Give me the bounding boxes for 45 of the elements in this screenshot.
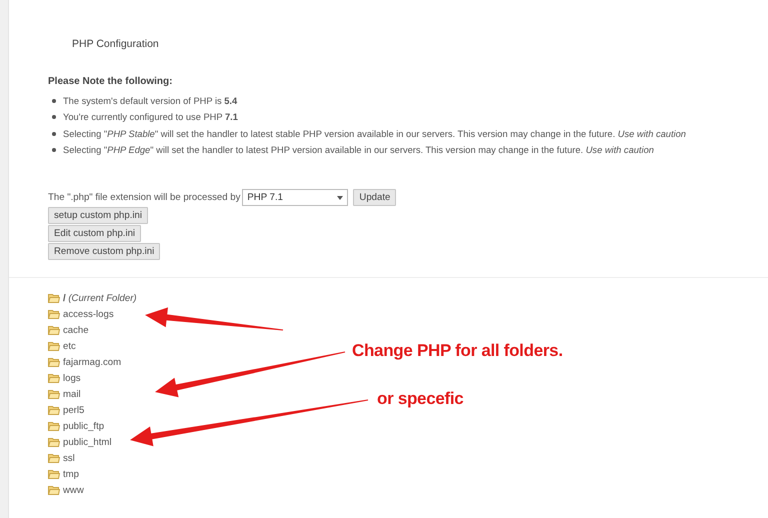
folder-icon: [48, 341, 60, 352]
annotation-text: or specefic: [377, 389, 464, 409]
page-title: PHP Configuration: [72, 38, 160, 50]
note-item: The system's default version of PHP is 5.4: [63, 95, 238, 108]
folder-link[interactable]: mail: [63, 388, 81, 400]
folder-icon: [48, 469, 60, 480]
php-ini-button[interactable]: Remove custom php.ini: [48, 243, 160, 260]
folder-icon: [48, 485, 60, 496]
bullet-icon: [52, 99, 56, 104]
folder-link[interactable]: tmp: [63, 468, 79, 480]
folder-icon: [48, 405, 60, 416]
folder-link[interactable]: cache: [63, 324, 89, 336]
folder-icon: [48, 373, 60, 384]
handler-label: The ".php" file extension will be processed by: [48, 192, 240, 204]
folder-icon: [48, 389, 60, 400]
folder-link[interactable]: ssl: [63, 452, 75, 464]
caret-icon: [337, 196, 344, 200]
folder-icon: [48, 309, 60, 320]
bullet-icon: [52, 132, 56, 136]
php-ini-button[interactable]: setup custom php.ini: [48, 207, 148, 224]
folder-icon: [48, 325, 60, 336]
version-dropdown[interactable]: PHP 7.1: [242, 189, 348, 206]
bullet-icon: [52, 148, 56, 152]
folder-link[interactable]: public_ftp: [63, 420, 104, 432]
note-item: Selecting "PHP Stable" will set the handler to latest stable PHP version available in our servers. This version may change in the future. Use with caution: [63, 128, 686, 141]
folder-icon: [48, 293, 60, 304]
update-button[interactable]: Update: [353, 189, 396, 206]
folder-link[interactable]: etc: [63, 340, 76, 352]
folder-link[interactable]: access-logs: [63, 308, 114, 320]
folder-icon: [48, 437, 60, 448]
folder-icon: [48, 453, 60, 464]
folder-link[interactable]: fajarmag.com: [63, 356, 122, 368]
bullet-icon: [52, 115, 56, 120]
annotation-text: Change PHP for all folders.: [352, 341, 563, 361]
php-ini-button[interactable]: Edit custom php.ini: [48, 225, 142, 242]
folder-link[interactable]: logs: [63, 372, 81, 384]
note-item: Selecting "PHP Edge" will set the handler to latest PHP version available in our servers. This version may change in the future. Use with caution: [63, 144, 654, 157]
folder-link[interactable]: www: [63, 484, 84, 496]
notes-heading: Please Note the following:: [48, 76, 174, 87]
folder-link[interactable]: / (Current Folder): [63, 292, 137, 304]
folder-icon: [48, 357, 60, 368]
folder-link[interactable]: public_html: [63, 436, 112, 448]
folder-icon: [48, 421, 60, 432]
folder-link[interactable]: perl5: [63, 404, 84, 416]
note-item: You're currently configured to use PHP 7.1: [63, 111, 238, 124]
